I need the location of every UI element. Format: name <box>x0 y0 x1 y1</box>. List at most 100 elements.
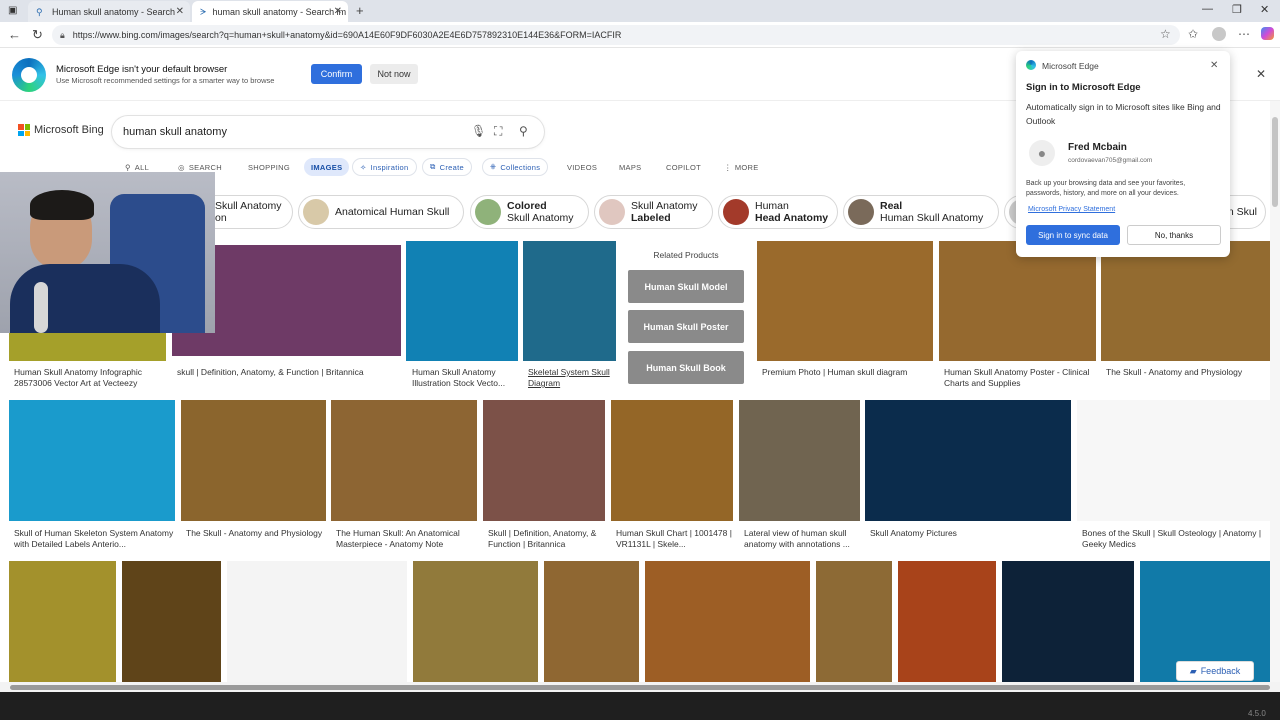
favorites-icon[interactable]: ✩ <box>1188 27 1198 41</box>
image-caption[interactable]: Bones of the Skull | Skull Osteology | A… <box>1082 528 1268 552</box>
search-icon[interactable]: ⚲ <box>519 124 528 138</box>
image-caption[interactable]: Lateral view of human skull anatomy with… <box>744 528 860 552</box>
image-caption[interactable]: Skull of Human Skeleton System Anatomy w… <box>14 528 174 552</box>
scope-create[interactable]: ⧉ Create <box>422 158 472 176</box>
image-result[interactable] <box>645 561 810 682</box>
image-result[interactable] <box>523 241 616 361</box>
tab-2-label: human skull anatomy - Search im <box>212 6 347 17</box>
image-result[interactable] <box>1101 241 1270 361</box>
close-icon[interactable]: ✕ <box>334 6 342 17</box>
image-result[interactable] <box>1077 400 1270 521</box>
tab-2[interactable]: ᗒ human skull anatomy - Search im ✕ <box>192 1 348 22</box>
image-result[interactable] <box>413 561 538 682</box>
minimize-icon[interactable]: — <box>1202 3 1213 15</box>
microphone-icon[interactable]: 🎙︎ <box>471 124 486 138</box>
scrollbar-thumb[interactable] <box>1272 117 1278 207</box>
image-caption[interactable]: Skeletal System Skull Diagram <box>528 367 616 391</box>
image-result[interactable] <box>122 561 221 682</box>
image-caption[interactable]: Human Skull Anatomy Infographic 28573006… <box>14 367 164 391</box>
scope-collections[interactable]: ⎈ Collections <box>482 158 549 176</box>
image-result[interactable] <box>544 561 639 682</box>
image-caption[interactable]: skull | Definition, Anatomy, & Function … <box>177 367 399 379</box>
related-chip[interactable]: Anatomical Human Skull <box>298 195 464 229</box>
image-caption[interactable]: Skull | Definition, Anatomy, & Function … <box>488 528 604 552</box>
maximize-icon[interactable]: ❐ <box>1232 3 1242 16</box>
related-product-button[interactable]: Human Skull Model <box>628 270 744 303</box>
image-caption[interactable]: Human Skull Chart | 1001478 | VR1131L | … <box>616 528 732 552</box>
close-icon[interactable]: ✕ <box>1210 60 1218 71</box>
taskbar: 4.5.0 <box>0 692 1280 720</box>
microsoft-logo-icon <box>18 124 30 136</box>
profile-avatar[interactable] <box>1212 27 1226 41</box>
image-caption[interactable]: Skull Anatomy Pictures <box>870 528 1070 540</box>
user-email: cordovaevan705@gmail.com <box>1068 157 1153 164</box>
scope-shopping[interactable]: SHOPPING <box>248 158 290 176</box>
scope-maps[interactable]: MAPS <box>619 158 641 176</box>
copilot-icon[interactable] <box>1261 27 1274 40</box>
visual-search-icon[interactable]: ⛶ <box>494 124 502 139</box>
related-products-panel: Related Products Human Skull Model Human… <box>620 242 752 392</box>
image-result[interactable] <box>611 400 733 521</box>
sign-in-sync-button[interactable]: Sign in to sync data <box>1026 225 1120 245</box>
no-thanks-button[interactable]: No, thanks <box>1127 225 1221 245</box>
close-icon[interactable]: ✕ <box>1256 67 1266 81</box>
confirm-button[interactable]: Confirm <box>311 64 362 84</box>
new-tab-icon[interactable]: + <box>356 3 364 18</box>
related-chip[interactable]: Real Human Skull Anatomy <box>843 195 999 229</box>
image-result[interactable] <box>406 241 518 361</box>
scope-videos[interactable]: VIDEOS <box>567 158 597 176</box>
image-result[interactable] <box>865 400 1071 521</box>
image-caption[interactable]: The Human Skull: An Anatomical Masterpie… <box>336 528 476 552</box>
reload-icon[interactable]: ↻ <box>32 27 43 43</box>
image-result[interactable] <box>757 241 933 361</box>
image-caption[interactable]: Human Skull Anatomy Poster - Clinical Ch… <box>944 367 1094 391</box>
scope-inspiration[interactable]: ✧ Inspiration <box>352 158 417 176</box>
favorite-star-icon[interactable]: ☆ <box>1160 27 1171 41</box>
image-caption[interactable]: Premium Photo | Human skull diagram <box>762 367 932 379</box>
image-result[interactable] <box>227 561 407 682</box>
image-caption[interactable]: Human Skull Anatomy Illustration Stock V… <box>412 367 516 391</box>
scope-images[interactable]: IMAGES <box>304 158 350 176</box>
scope-copilot[interactable]: COPILOT <box>666 158 701 176</box>
image-caption[interactable]: The Skull - Anatomy and Physiology <box>186 528 324 552</box>
related-product-button[interactable]: Human Skull Poster <box>628 310 744 343</box>
image-result[interactable] <box>331 400 477 521</box>
horizontal-scrollbar[interactable] <box>0 682 1280 692</box>
inspiration-icon: ✧ <box>360 162 367 172</box>
tab-1[interactable]: ⚲ Human skull anatomy - Search ✕ <box>28 1 190 22</box>
scope-more[interactable]: ⋮ MORE <box>724 158 759 176</box>
image-result[interactable] <box>1002 561 1134 682</box>
related-product-button[interactable]: Human Skull Book <box>628 351 744 384</box>
image-result[interactable] <box>9 561 116 682</box>
vertical-scrollbar[interactable] <box>1270 101 1280 682</box>
feedback-button[interactable]: ▰ Feedback <box>1176 661 1254 681</box>
tab-1-label: Human skull anatomy - Search <box>52 6 176 17</box>
user-name: Fred Mcbain <box>1068 142 1127 153</box>
search-input[interactable]: human skull anatomy 🎙︎ ⛶ ⚲ <box>112 116 544 148</box>
related-chip[interactable]: Skull Anatomy Labeled <box>594 195 713 229</box>
close-icon[interactable]: ✕ <box>176 6 184 17</box>
popup-app-name: Microsoft Edge <box>1042 61 1099 71</box>
image-result[interactable] <box>816 561 892 682</box>
bing-icon: ᗒ <box>200 6 207 17</box>
image-result[interactable] <box>739 400 860 521</box>
back-icon[interactable]: ← <box>8 27 21 42</box>
edge-logo-icon <box>1026 60 1036 70</box>
close-window-icon[interactable]: ✕ <box>1260 3 1269 16</box>
related-chip[interactable]: Human Head Anatomy <box>718 195 838 229</box>
image-result[interactable] <box>9 400 175 521</box>
related-chip[interactable]: Colored Skull Anatomy <box>470 195 589 229</box>
image-result[interactable] <box>483 400 605 521</box>
image-result[interactable] <box>181 400 326 521</box>
privacy-link[interactable]: Microsoft Privacy Statement <box>1028 206 1115 213</box>
image-result[interactable] <box>898 561 996 682</box>
image-result[interactable] <box>939 241 1096 361</box>
address-bar[interactable]: 🔒︎ https://www.bing.com/images/search?q=… <box>52 25 1180 45</box>
image-caption[interactable]: The Skull - Anatomy and Physiology <box>1106 367 1266 379</box>
tab-actions-icon[interactable]: ▣ <box>8 5 17 16</box>
bing-logo[interactable]: Microsoft Bing <box>18 124 104 136</box>
more-icon[interactable]: ⋯ <box>1238 27 1250 41</box>
not-now-button[interactable]: Not now <box>370 64 418 84</box>
scrollbar-thumb[interactable] <box>10 685 1270 690</box>
person-hair <box>30 190 94 220</box>
